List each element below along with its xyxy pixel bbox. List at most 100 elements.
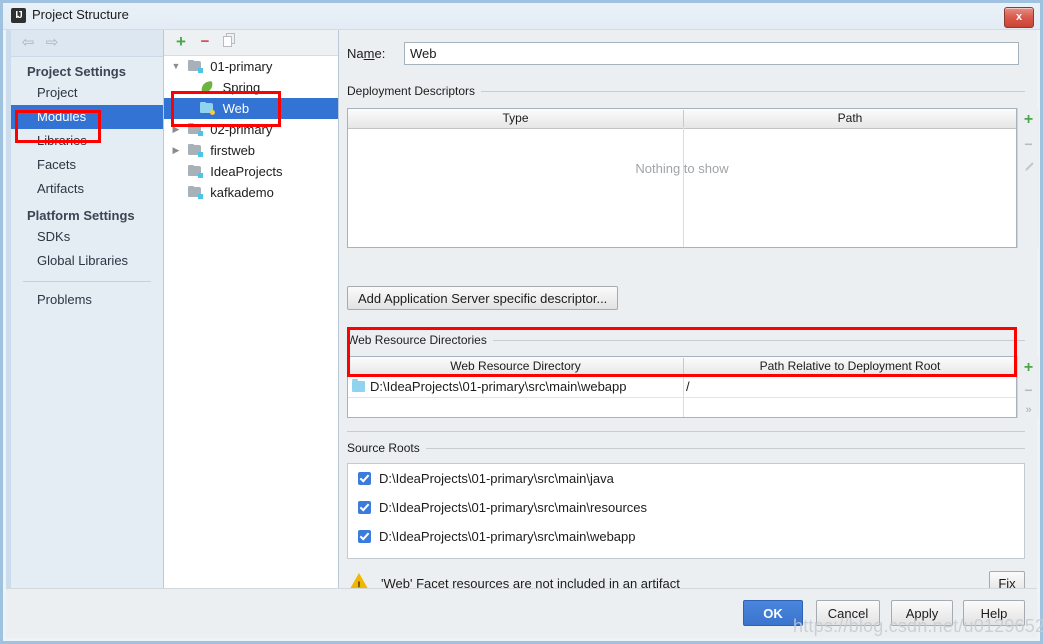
module-folder-icon <box>187 186 203 199</box>
close-icon[interactable]: x <box>1004 7 1034 28</box>
sidebar-item-artifacts[interactable]: Artifacts <box>11 177 163 201</box>
project-structure-dialog: IJ Project Structure x ⇦ ⇨ Project Setti… <box>0 0 1043 644</box>
sidebar-item-facets[interactable]: Facets <box>11 153 163 177</box>
remove-module-icon[interactable]: − <box>195 33 215 52</box>
column-header-type[interactable]: Type <box>348 109 683 128</box>
source-root-checkbox[interactable] <box>358 530 371 543</box>
module-tree-panel: + − ▼ 01-primary Spring Web ▶ 02-primary… <box>164 30 339 638</box>
column-header-path[interactable]: Path <box>684 109 1016 128</box>
facet-settings-panel: Name: Deployment Descriptors Type Path N… <box>339 30 1039 638</box>
tree-node-label: Web <box>222 101 250 116</box>
help-button[interactable]: Help <box>963 600 1025 626</box>
column-header-web-resource-directory[interactable]: Web Resource Directory <box>348 357 683 376</box>
add-descriptor-icon[interactable]: + <box>1018 109 1039 131</box>
tree-node-firstweb[interactable]: ▶ firstweb <box>164 140 338 161</box>
name-input[interactable] <box>404 42 1019 65</box>
web-resource-directory-value: D:\IdeaProjects\01-primary\src\main\weba… <box>370 379 627 394</box>
web-facet-icon <box>200 102 215 115</box>
twisty-collapsed-icon[interactable]: ▶ <box>168 140 184 161</box>
twisty-collapsed-icon[interactable]: ▶ <box>168 119 184 140</box>
tree-node-spring[interactable]: Spring <box>164 77 338 98</box>
name-label: Name: <box>347 46 386 61</box>
add-application-server-descriptor-button[interactable]: Add Application Server specific descript… <box>347 286 619 310</box>
tree-node-label: Spring <box>222 80 261 95</box>
sidebar-item-modules[interactable]: Modules <box>11 105 163 129</box>
settings-sidebar: ⇦ ⇨ Project Settings Project Modules Lib… <box>6 30 164 638</box>
add-module-icon[interactable]: + <box>171 33 191 52</box>
tree-node-label: 01-primary <box>210 59 273 74</box>
deployment-path-value: / <box>686 379 690 394</box>
web-resource-directories-header: Web Resource Directory Path Relative to … <box>348 357 1016 377</box>
list-item[interactable]: D:\IdeaProjects\01-primary\src\main\weba… <box>348 522 1024 551</box>
list-item[interactable]: D:\IdeaProjects\01-primary\src\main\reso… <box>348 493 1024 522</box>
name-row: Name: <box>347 42 1025 66</box>
tree-toolbar: + − <box>164 30 338 56</box>
deployment-descriptors-table: Type Path Nothing to show <box>347 108 1017 248</box>
sidebar-item-global-libraries[interactable]: Global Libraries <box>11 249 163 273</box>
module-folder-icon <box>187 165 203 178</box>
module-folder-icon <box>187 144 203 157</box>
sidebar-list: Project Settings Project Modules Librari… <box>11 57 163 638</box>
sidebar-item-sdks[interactable]: SDKs <box>11 225 163 249</box>
app-icon: IJ <box>11 8 26 23</box>
table-row[interactable]: D:\IdeaProjects\01-primary\src\main\weba… <box>348 377 1016 398</box>
tree-node-web[interactable]: Web <box>164 98 338 119</box>
ok-button[interactable]: OK <box>743 600 803 626</box>
panel-divider <box>347 431 1025 432</box>
source-root-checkbox[interactable] <box>358 501 371 514</box>
sidebar-item-problems[interactable]: Problems <box>11 288 163 312</box>
window-title: Project Structure <box>32 7 129 22</box>
edit-descriptor-icon[interactable] <box>1018 159 1039 181</box>
back-arrow-icon[interactable]: ⇦ <box>19 35 37 51</box>
tree-node-label: kafkademo <box>210 185 274 200</box>
list-item[interactable]: D:\IdeaProjects\01-primary\src\main\java <box>348 464 1024 493</box>
deployment-descriptors-buttons: + − <box>1017 108 1039 248</box>
more-options-icon[interactable]: » <box>1018 400 1039 422</box>
tree-node-02-primary[interactable]: ▶ 02-primary <box>164 119 338 140</box>
forward-arrow-icon[interactable]: ⇨ <box>43 35 61 51</box>
tree-node-label: 02-primary <box>210 122 273 137</box>
module-folder-icon <box>187 123 203 136</box>
tree-node-label: firstweb <box>210 143 256 158</box>
source-root-checkbox[interactable] <box>358 472 371 485</box>
column-separator <box>683 128 684 247</box>
folder-icon <box>352 379 365 392</box>
remove-web-resource-icon[interactable]: − <box>1018 380 1039 402</box>
source-root-label: D:\IdeaProjects\01-primary\src\main\java <box>379 471 614 486</box>
web-resource-directories-table: Web Resource Directory Path Relative to … <box>347 356 1017 418</box>
dialog-footer: OK Cancel Apply Help <box>6 588 1037 638</box>
web-resource-directories-buttons: + − » <box>1017 356 1039 418</box>
apply-button[interactable]: Apply <box>891 600 953 626</box>
tree-node-kafkademo[interactable]: kafkademo <box>164 182 338 203</box>
source-roots-list: D:\IdeaProjects\01-primary\src\main\java… <box>347 463 1025 559</box>
cancel-button[interactable]: Cancel <box>816 600 880 626</box>
title-bar: IJ Project Structure x <box>3 3 1040 30</box>
module-tree: ▼ 01-primary Spring Web ▶ 02-primary ▶ f… <box>164 56 338 638</box>
deployment-descriptors-header: Type Path <box>348 109 1016 129</box>
spring-leaf-icon <box>200 80 215 94</box>
remove-descriptor-icon[interactable]: − <box>1018 134 1039 156</box>
column-header-path-relative[interactable]: Path Relative to Deployment Root <box>684 357 1016 376</box>
tree-node-label: IdeaProjects <box>210 164 283 179</box>
copy-module-icon[interactable] <box>219 33 239 52</box>
module-folder-icon <box>187 60 203 73</box>
sidebar-nav-bar: ⇦ ⇨ <box>11 30 163 57</box>
twisty-expanded-icon[interactable]: ▼ <box>168 56 184 77</box>
source-roots-title: Source Roots <box>347 441 426 455</box>
source-root-label: D:\IdeaProjects\01-primary\src\main\reso… <box>379 500 648 515</box>
deployment-descriptors-rule <box>479 91 1025 92</box>
sidebar-group-platform-settings: Platform Settings <box>27 208 135 223</box>
tree-node-ideaprojects[interactable]: IdeaProjects <box>164 161 338 182</box>
add-web-resource-icon[interactable]: + <box>1018 357 1039 379</box>
sidebar-item-libraries[interactable]: Libraries <box>11 129 163 153</box>
deployment-descriptors-empty-text: Nothing to show <box>635 161 729 176</box>
source-roots-rule <box>424 448 1025 449</box>
tree-node-01-primary[interactable]: ▼ 01-primary <box>164 56 338 77</box>
sidebar-divider <box>23 281 151 282</box>
sidebar-item-project[interactable]: Project <box>11 81 163 105</box>
web-resource-directories-rule <box>485 340 1025 341</box>
deployment-descriptors-title: Deployment Descriptors <box>347 84 482 98</box>
sidebar-group-project-settings: Project Settings <box>27 64 126 79</box>
web-resource-directories-title: Web Resource Directories <box>347 333 493 347</box>
source-root-label: D:\IdeaProjects\01-primary\src\main\weba… <box>379 529 636 544</box>
